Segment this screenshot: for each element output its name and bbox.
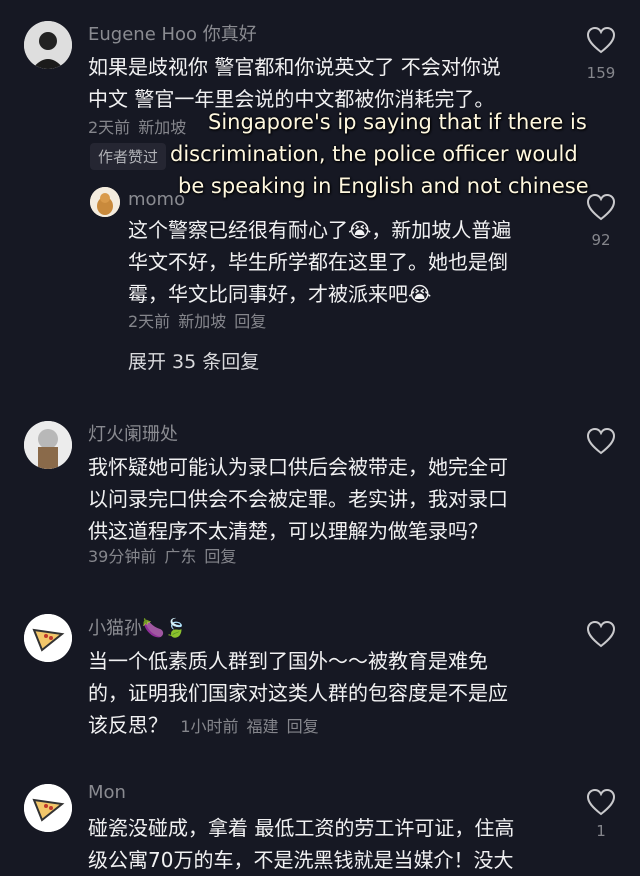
avatar[interactable] — [24, 784, 72, 832]
reply-username[interactable]: momo — [128, 189, 185, 210]
comment-text-line: 如果是歧视你 警官都和你说英文了 不会对你说 — [88, 55, 501, 79]
comment-meta: 39分钟前 广东 回复 — [88, 543, 244, 567]
comment-text-line: 的，证明我们国家对这类人群的包容度是不是应 — [88, 681, 508, 705]
expand-replies-button[interactable]: 展开 35 条回复 — [128, 347, 259, 374]
comment-text-line: 当一个低素质人群到了国外～～被教育是难免 — [88, 649, 488, 673]
reply-text-line: 华文不好，毕生所学都在这里了。她也是倒 — [128, 250, 508, 274]
comment-text: 当一个低素质人群到了国外～～被教育是难免 的，证明我们国家对这类人群的包容度是不… — [88, 645, 548, 743]
comment-username[interactable]: 小猫孙🍆🍃 — [88, 614, 187, 640]
reply-text-line: 这个警察已经很有耐心了😭，新加坡人普遍 — [128, 218, 512, 242]
comment-meta: 1小时前 福建 回复 — [180, 717, 326, 736]
reply-button[interactable]: 回复 — [204, 547, 236, 566]
comment-time: 39分钟前 — [88, 547, 157, 566]
like-button[interactable] — [584, 620, 618, 648]
reply-meta: 2天前 新加坡 回复 — [128, 308, 274, 332]
comment-location: 广东 — [164, 547, 197, 566]
avatar[interactable] — [24, 614, 72, 662]
comment-text-line: 该反思？ 1小时前 福建 回复 — [88, 709, 548, 743]
comment-username[interactable]: 灯火阑珊处 — [88, 420, 178, 446]
caption-line: Singapore's ip saying that if there is — [208, 110, 587, 134]
reply-text-line: 霉，华文比同事好，才被派来吧😭 — [128, 282, 432, 306]
caption-line: be speaking in English and not chinese — [178, 174, 589, 198]
avatar[interactable] — [24, 421, 72, 469]
comment-text: 碰瓷没碰成，拿着 最低工资的劳工许可证，住高 级公寓70万的车，不是洗黑钱就是当… — [88, 812, 548, 876]
comment-location: 新加坡 — [138, 118, 187, 137]
heart-icon — [586, 193, 616, 221]
caption-line: discrimination, the police officer would — [170, 142, 578, 166]
reply-text: 这个警察已经很有耐心了😭，新加坡人普遍 华文不好，毕生所学都在这里了。她也是倒 … — [128, 214, 588, 310]
comment-location: 福建 — [246, 717, 279, 736]
comment-username[interactable]: Mon — [88, 782, 126, 803]
heart-icon — [586, 26, 616, 54]
comment-text: 如果是歧视你 警官都和你说英文了 不会对你说 中文 警官一年里会说的中文都被你消… — [88, 51, 548, 115]
comment-time: 2天前 — [88, 118, 131, 137]
comment-username[interactable]: Eugene Hoo 你真好 — [88, 20, 257, 46]
heart-icon — [586, 427, 616, 455]
like-button[interactable] — [584, 427, 618, 455]
comment-text-line: 我怀疑她可能认为录口供后会被带走，她完全可 — [88, 455, 508, 479]
like-button[interactable]: 1 — [584, 788, 618, 840]
comment-time: 1小时前 — [180, 717, 239, 736]
heart-icon — [586, 788, 616, 816]
like-count: 1 — [596, 822, 606, 840]
heart-icon — [586, 620, 616, 648]
author-liked-badge: 作者赞过 — [90, 143, 167, 170]
comment-meta: 2天前 新加坡 — [88, 114, 194, 138]
reply-button[interactable]: 回复 — [234, 312, 266, 331]
like-count: 159 — [586, 64, 616, 82]
avatar[interactable] — [90, 187, 120, 217]
comment-text-line: 级公寓70万的车，不是洗黑钱就是当媒介！没大 — [88, 848, 514, 872]
like-button[interactable]: 159 — [584, 26, 618, 82]
like-count: 92 — [591, 231, 611, 249]
comment-text-tail: 该反思？ — [88, 713, 168, 737]
comment-text: 我怀疑她可能认为录口供后会被带走，她完全可 以问录完口供会不会被定罪。老实讲，我… — [88, 451, 548, 547]
reply-location: 新加坡 — [178, 312, 227, 331]
reply-time: 2天前 — [128, 312, 171, 331]
avatar[interactable] — [24, 21, 72, 69]
reply-button[interactable]: 回复 — [287, 717, 319, 736]
comment-text-line: 碰瓷没碰成，拿着 最低工资的劳工许可证，住高 — [88, 816, 515, 840]
like-button[interactable]: 92 — [584, 193, 618, 249]
comment-text-line: 以问录完口供会不会被定罪。老实讲，我对录口 — [88, 487, 508, 511]
